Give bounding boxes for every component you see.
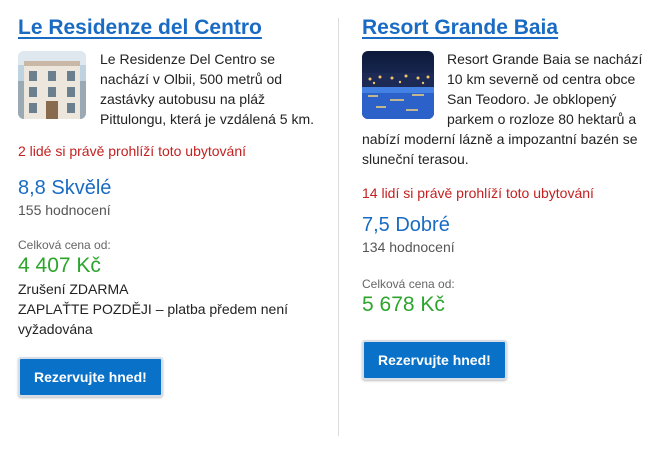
hotel-card: Resort Grande Baia Resort Grande Baia se… bbox=[362, 16, 652, 380]
hotel-photo[interactable] bbox=[362, 51, 434, 119]
card-divider bbox=[338, 18, 339, 436]
price-label: Celková cena od: bbox=[18, 238, 111, 252]
book-now-button[interactable]: Rezervujte hned! bbox=[18, 357, 163, 397]
hotel-name-link[interactable]: Le Residenze del Centro bbox=[18, 16, 262, 40]
review-score: 7,5 Dobré bbox=[362, 214, 450, 236]
review-score: 8,8 Skvělé bbox=[18, 177, 112, 199]
hotel-name-link[interactable]: Resort Grande Baia bbox=[362, 16, 558, 40]
book-now-button[interactable]: Rezervujte hned! bbox=[362, 340, 507, 380]
hotel-card: Le Residenze del Centro Le Residenze Del… bbox=[18, 16, 318, 397]
pay-later-notice: ZAPLAŤTE POZDĚJI – platba předem není vy… bbox=[18, 301, 289, 337]
review-count: 134 hodnocení bbox=[362, 239, 455, 255]
total-price: 4 407 Kč bbox=[18, 254, 101, 277]
viewers-notice: 2 lidé si právě prohlíží toto ubytování bbox=[18, 143, 247, 159]
free-cancellation: Zrušení ZDARMA bbox=[18, 281, 129, 297]
review-count: 155 hodnocení bbox=[18, 202, 111, 218]
price-label: Celková cena od: bbox=[362, 277, 455, 291]
hotel-photo[interactable] bbox=[18, 51, 86, 119]
total-price: 5 678 Kč bbox=[362, 293, 445, 316]
viewers-notice: 14 lidí si právě prohlíží toto ubytování bbox=[362, 185, 594, 201]
